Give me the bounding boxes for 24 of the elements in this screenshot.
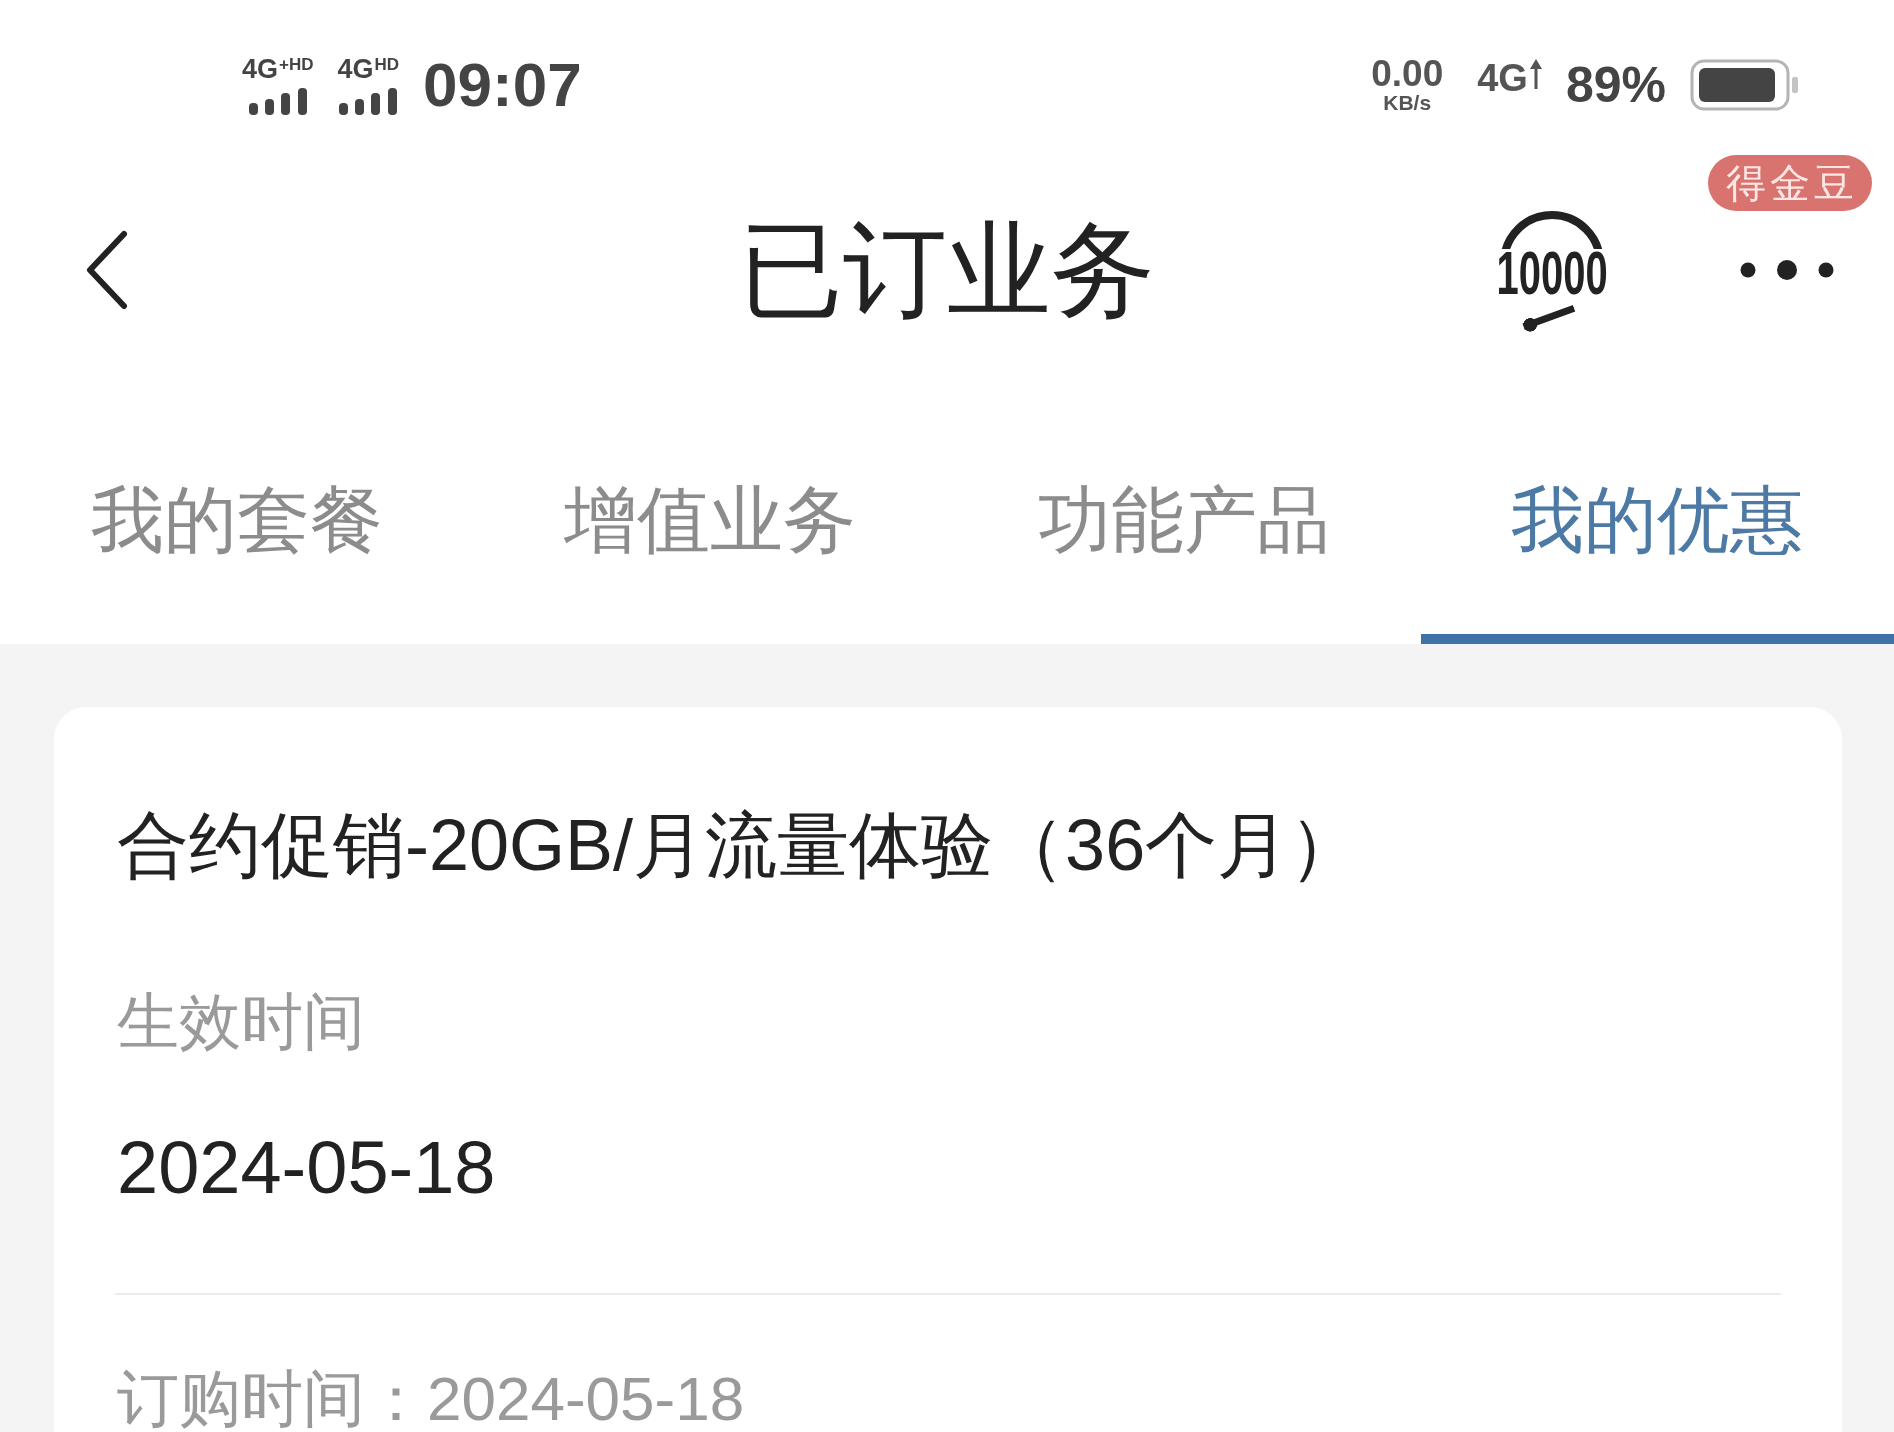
signal-bars-icon: [339, 87, 398, 115]
tab[interactable]: 我的套餐: [0, 390, 474, 644]
order-time-text: 订购时间：2024-05-18: [117, 1368, 745, 1430]
battery-percent: 89%: [1565, 60, 1666, 110]
clock-time: 09:07: [423, 54, 582, 116]
network-type-label: 4G$^{+HD}$: [242, 55, 314, 82]
network-type-label: 4G$^{HD}$: [337, 55, 400, 82]
more-button[interactable]: [1740, 260, 1834, 280]
effective-time-label: 生效时间: [117, 986, 365, 1058]
up-arrow-icon: [1529, 59, 1542, 89]
network-type-label: 4G: [1477, 59, 1528, 97]
more-icon: [1740, 260, 1834, 280]
signal-bars-icon: [248, 87, 307, 115]
tab[interactable]: 增值业务: [473, 390, 947, 644]
network-speed-value: 0.00: [1371, 56, 1444, 92]
network-speed-unit: KB/s: [1383, 92, 1432, 114]
tab[interactable]: 功能产品: [947, 390, 1421, 644]
back-icon: [84, 230, 128, 310]
reward-tag[interactable]: 得金豆: [1708, 155, 1872, 211]
effective-time-value: 2024-05-18: [117, 1125, 496, 1211]
battery-icon: [1690, 59, 1800, 111]
back-button[interactable]: [84, 230, 128, 310]
page-title: 已订业务: [739, 210, 1155, 330]
service-name: 合约促销-20GB/月流量体验（36个月）: [117, 804, 1362, 887]
